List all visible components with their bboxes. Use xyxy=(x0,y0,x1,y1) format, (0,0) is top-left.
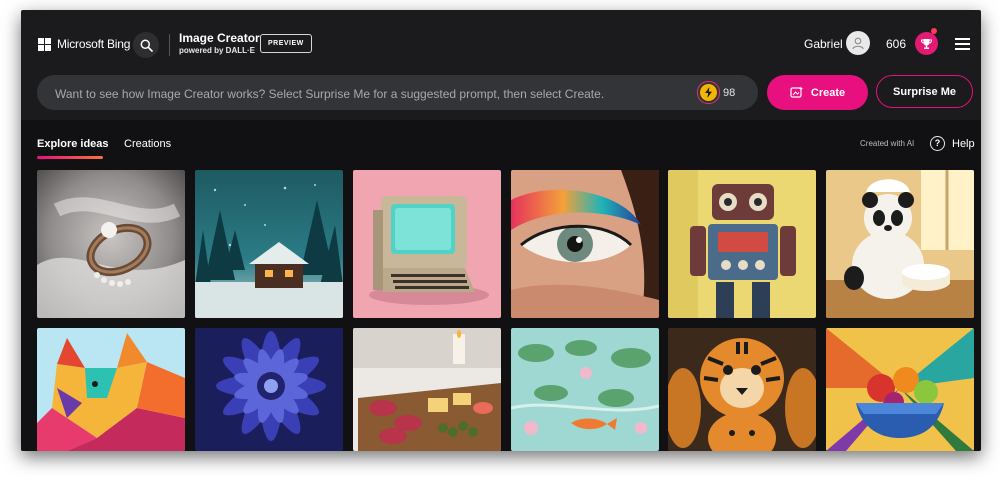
active-tab-indicator xyxy=(37,156,103,159)
help-link[interactable]: Help xyxy=(952,138,975,150)
rewards-button[interactable] xyxy=(915,32,938,55)
brand-name: Microsoft Bing xyxy=(57,37,131,51)
app-subtitle: powered by DALL·E xyxy=(179,46,256,55)
gallery-item-tigers[interactable] xyxy=(668,328,816,451)
sub-navigation: Explore ideas Creations Created with AI … xyxy=(21,120,981,168)
gallery-item-eye-makeup[interactable] xyxy=(511,170,659,318)
gallery-item-retro-computer[interactable] xyxy=(353,170,501,318)
user-name[interactable]: Gabriel xyxy=(804,37,843,51)
menu-icon-bar xyxy=(955,43,970,45)
gallery-item-fruit-bowl[interactable] xyxy=(826,328,974,451)
gallery-item-snowy-cabin[interactable] xyxy=(195,170,343,318)
top-bar: Microsoft Bing Image Creator powered by … xyxy=(21,10,981,70)
notification-dot xyxy=(931,28,937,34)
boosts-indicator[interactable]: 98 xyxy=(697,81,736,104)
search-button[interactable] xyxy=(133,32,159,58)
avatar[interactable] xyxy=(846,31,870,55)
app-title-block[interactable]: Image Creator powered by DALL·E xyxy=(179,31,260,57)
user-icon xyxy=(852,37,864,50)
boost-ring xyxy=(697,81,720,104)
gallery-item-panda-baker[interactable] xyxy=(826,170,974,318)
tab-creations[interactable]: Creations xyxy=(124,138,171,150)
create-label: Create xyxy=(810,86,846,99)
gallery-item-charcuterie[interactable] xyxy=(353,328,501,451)
menu-icon xyxy=(955,38,970,40)
app-title: Image Creator xyxy=(179,31,260,45)
gallery-item-blue-flower[interactable] xyxy=(195,328,343,451)
app-window: Microsoft Bing Image Creator powered by … xyxy=(21,10,981,451)
menu-button[interactable] xyxy=(955,38,970,53)
surprise-me-button[interactable]: Surprise Me xyxy=(876,75,973,108)
gallery-item-robot[interactable] xyxy=(668,170,816,318)
search-icon xyxy=(140,39,153,52)
create-icon xyxy=(790,86,803,98)
rewards-points[interactable]: 606 xyxy=(886,37,906,51)
header-divider xyxy=(169,34,170,56)
windows-logo-icon xyxy=(38,37,51,51)
prompt-input[interactable] xyxy=(53,75,677,112)
trophy-icon xyxy=(920,39,933,49)
prompt-bar: 98 xyxy=(37,75,758,112)
help-icon[interactable]: ? xyxy=(930,136,945,151)
create-button[interactable]: Create xyxy=(767,75,868,110)
boost-coin-icon xyxy=(697,81,720,104)
tab-explore-ideas[interactable]: Explore ideas xyxy=(37,138,109,150)
gallery-item-pearl-ring[interactable] xyxy=(37,170,185,318)
boost-count: 98 xyxy=(723,86,736,99)
menu-icon-bar xyxy=(955,48,970,50)
created-with-ai-label: Created with AI xyxy=(860,139,915,148)
microsoft-bing-logo[interactable]: Microsoft Bing xyxy=(38,37,130,51)
gallery-item-geometric-wolf[interactable] xyxy=(37,328,185,451)
preview-badge: PREVIEW xyxy=(260,34,312,53)
gallery-item-koi-pond[interactable] xyxy=(511,328,659,451)
